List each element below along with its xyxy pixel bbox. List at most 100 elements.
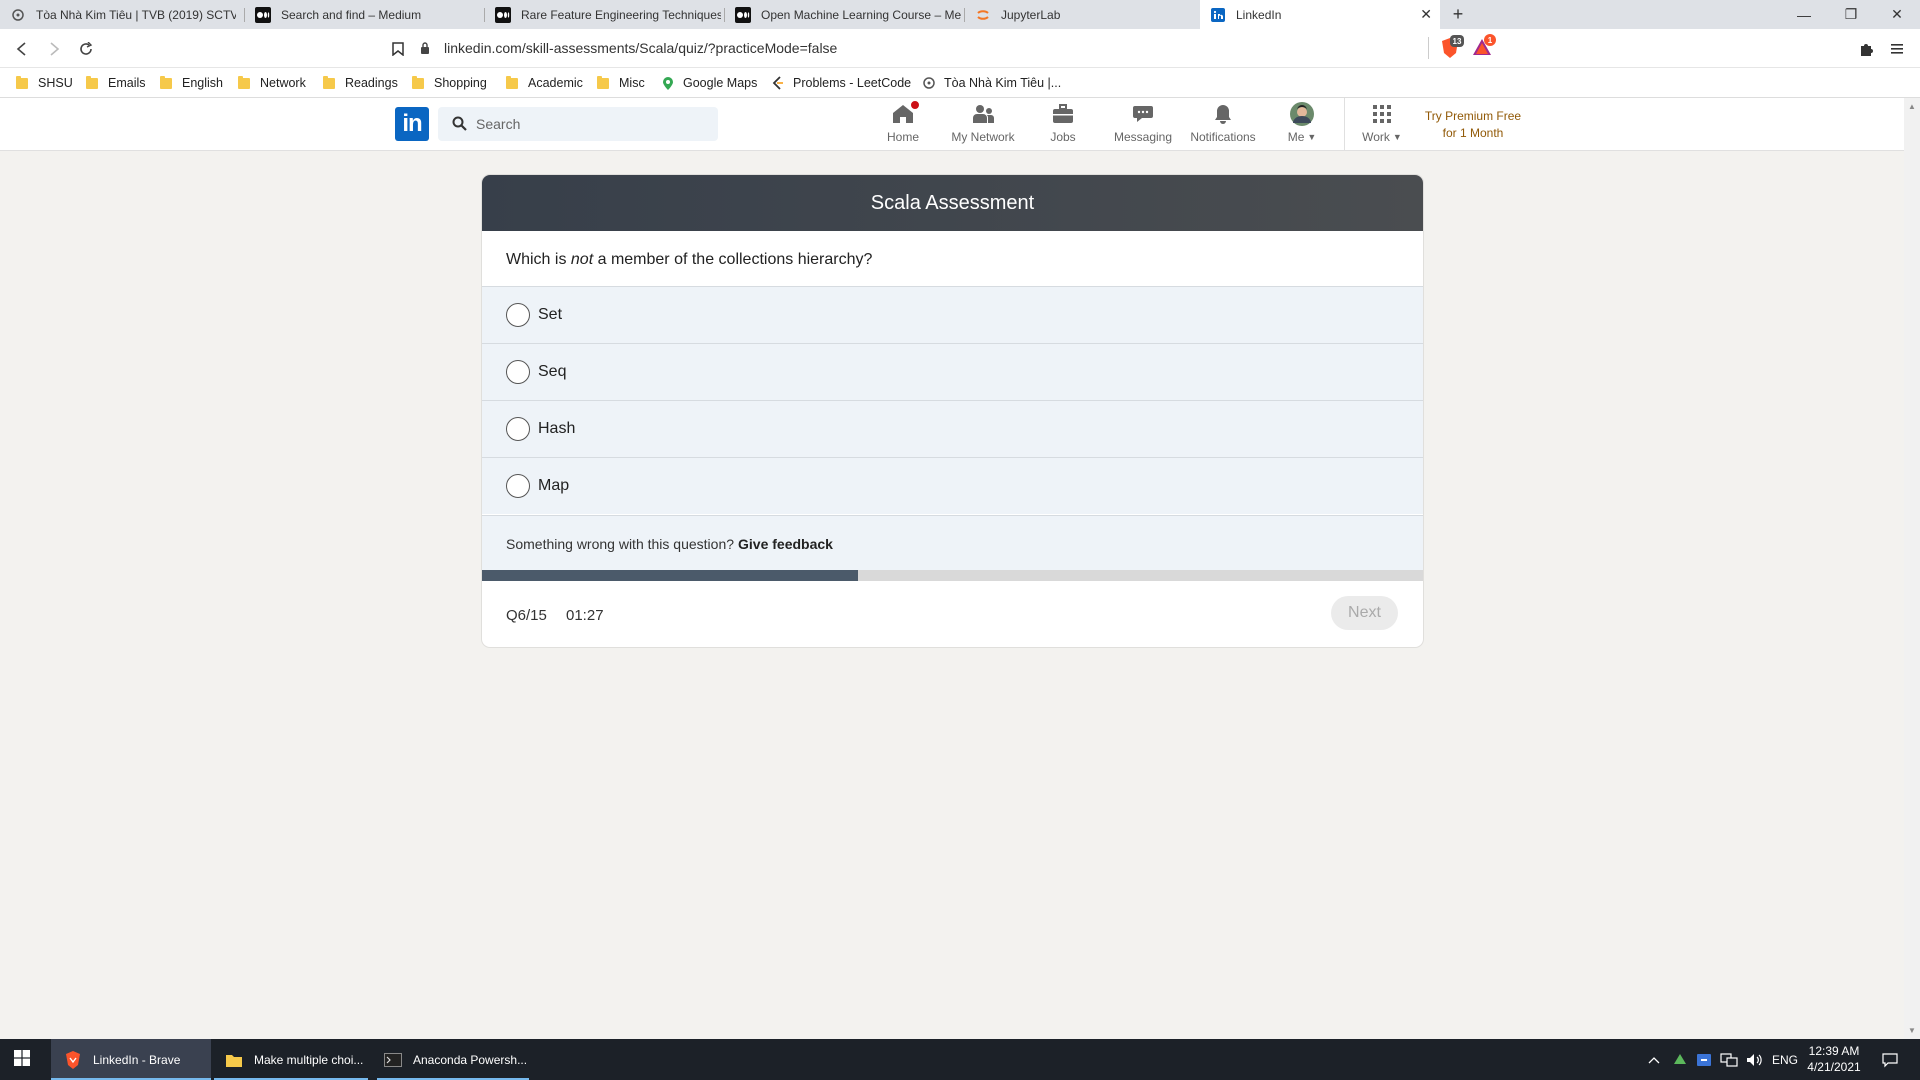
nav-label-with-caret: Me ▼ xyxy=(1288,130,1317,144)
bookmark-folder-shopping[interactable]: Shopping xyxy=(412,74,487,92)
browser-tab-1[interactable]: Tòa Nhà Kim Tiêu | TVB (2019) SCTV9 xyxy=(0,0,245,29)
start-button[interactable] xyxy=(0,1039,48,1080)
close-tab-icon[interactable]: ✕ xyxy=(1420,6,1432,23)
system-clock[interactable]: 12:39 AM 4/21/2021 xyxy=(1800,1043,1868,1075)
next-button[interactable]: Next xyxy=(1331,596,1398,630)
bookmark-leetcode[interactable]: Problems - LeetCode xyxy=(771,74,911,92)
bookmark-label: Network xyxy=(260,76,306,90)
folder-icon xyxy=(506,75,518,89)
tray-app-green-icon[interactable] xyxy=(1672,1039,1688,1080)
terminal-icon xyxy=(383,1050,403,1070)
try-premium-link[interactable]: Try Premium Free for 1 Month xyxy=(1418,108,1528,142)
bookmark-folder-english[interactable]: English xyxy=(160,74,223,92)
scroll-down-arrow-icon[interactable]: ▼ xyxy=(1908,1026,1916,1035)
notification-dot xyxy=(909,99,921,111)
folder-icon xyxy=(238,75,250,89)
map-pin-icon xyxy=(661,76,675,90)
tray-volume-icon[interactable] xyxy=(1746,1039,1764,1080)
bookmark-label: Problems - LeetCode xyxy=(793,76,912,90)
taskbar-app-anaconda[interactable]: Anaconda Powersh... xyxy=(377,1039,529,1080)
option-label: Seq xyxy=(538,363,567,380)
feedback-prompt: Something wrong with this question? xyxy=(506,535,735,552)
tray-app-blue-icon[interactable] xyxy=(1696,1039,1712,1080)
menu-hamburger-icon[interactable] xyxy=(1886,37,1910,61)
answer-option-hash[interactable]: Hash xyxy=(482,400,1423,457)
bookmark-toa-nha-kim-tieu[interactable]: Tòa Nhà Kim Tiêu |... xyxy=(922,74,1061,92)
radio-button[interactable] xyxy=(506,360,530,384)
folder-icon xyxy=(597,75,609,89)
bookmark-folder-shsu[interactable]: SHSU xyxy=(16,74,73,92)
linkedin-logo[interactable]: in xyxy=(395,107,429,141)
taskbar-app-brave[interactable]: LinkedIn - Brave xyxy=(51,1039,211,1080)
answer-option-seq[interactable]: Seq xyxy=(482,343,1423,400)
tray-chevron-up-icon[interactable] xyxy=(1648,1039,1660,1080)
bookmark-label: Emails xyxy=(108,76,146,90)
reload-icon[interactable] xyxy=(74,37,98,61)
radio-button[interactable] xyxy=(506,303,530,327)
bookmark-icon[interactable] xyxy=(386,37,410,61)
nav-me[interactable]: Me ▼ xyxy=(1285,102,1319,148)
option-label: Hash xyxy=(538,420,576,437)
bookmark-folder-emails[interactable]: Emails xyxy=(86,74,146,92)
assessment-card: Scala Assessment Which is not a member o… xyxy=(482,175,1423,647)
tray-network-icon[interactable] xyxy=(1720,1039,1738,1080)
medium-icon xyxy=(255,6,271,23)
radio-button[interactable] xyxy=(506,417,530,441)
nav-notifications[interactable]: Notifications xyxy=(1188,102,1258,148)
windows-taskbar: LinkedIn - Brave Make multiple choi... A… xyxy=(0,1039,1920,1080)
premium-line-1: Try Premium Free xyxy=(1424,109,1522,123)
page-scrollbar[interactable]: ▲ ▼ xyxy=(1904,98,1920,1039)
close-window-icon[interactable]: ✕ xyxy=(1874,0,1920,29)
option-label: Map xyxy=(538,477,570,494)
browser-tab-5[interactable]: JupyterLab xyxy=(965,0,1200,29)
nav-label: Me xyxy=(1287,130,1305,144)
bookmarks-bar: SHSU Emails English Network Readings Sho… xyxy=(0,68,1920,98)
extensions-puzzle-icon[interactable] xyxy=(1854,37,1878,61)
bookmark-folder-misc[interactable]: Misc xyxy=(597,74,645,92)
nav-label-with-caret: Work ▼ xyxy=(1362,130,1402,144)
give-feedback-link[interactable]: Give feedback xyxy=(738,536,833,552)
brave-shield-icon[interactable]: 13 xyxy=(1440,35,1464,59)
nav-jobs[interactable]: Jobs xyxy=(1047,102,1079,148)
nav-label: My Network xyxy=(951,130,1015,144)
radio-button[interactable] xyxy=(506,474,530,498)
nav-my-network[interactable]: My Network xyxy=(948,102,1018,148)
action-center-icon[interactable] xyxy=(1882,1039,1898,1080)
search-input[interactable]: Search xyxy=(438,107,718,141)
taskbar-app-explorer[interactable]: Make multiple choi... xyxy=(214,1039,368,1080)
back-icon[interactable] xyxy=(10,37,34,61)
browser-tab-2[interactable]: Search and find – Medium xyxy=(245,0,485,29)
bookmark-label: Misc xyxy=(619,76,645,90)
nav-messaging[interactable]: Messaging xyxy=(1112,102,1174,148)
nav-work[interactable]: Work ▼ xyxy=(1360,102,1404,148)
answer-option-map[interactable]: Map xyxy=(482,457,1423,514)
leetcode-icon xyxy=(771,76,785,90)
bell-icon xyxy=(1211,102,1235,126)
bookmark-folder-readings[interactable]: Readings xyxy=(323,74,398,92)
answer-option-set[interactable]: Set xyxy=(482,286,1423,343)
assessment-title: Scala Assessment xyxy=(482,175,1423,231)
browser-tab-6-active[interactable]: LinkedIn ✕ xyxy=(1200,0,1440,29)
browser-tab-3[interactable]: Rare Feature Engineering Techniques xyxy=(485,0,725,29)
omnibox-divider xyxy=(1428,37,1429,59)
input-language-indicator[interactable]: ENG xyxy=(1772,1039,1798,1080)
bookmark-google-maps[interactable]: Google Maps xyxy=(661,74,757,92)
medium-icon xyxy=(495,6,511,23)
brave-rewards-icon[interactable]: 1 xyxy=(1472,34,1496,59)
forward-icon[interactable] xyxy=(42,37,66,61)
tab-title: Rare Feature Engineering Techniques xyxy=(521,7,721,22)
question-emphasis: not xyxy=(570,251,594,268)
nav-home[interactable]: Home xyxy=(883,99,923,148)
search-icon xyxy=(452,116,467,134)
bookmark-folder-network[interactable]: Network xyxy=(238,74,306,92)
address-bar[interactable]: linkedin.com/skill-assessments/Scala/qui… xyxy=(420,35,1430,61)
restore-icon[interactable]: ❐ xyxy=(1828,0,1874,29)
bookmark-folder-academic[interactable]: Academic xyxy=(506,74,583,92)
minimize-icon[interactable]: — xyxy=(1781,0,1827,29)
tab-title: Open Machine Learning Course – Med xyxy=(761,7,961,22)
lock-icon xyxy=(420,42,436,54)
browser-tab-4[interactable]: Open Machine Learning Course – Med xyxy=(725,0,965,29)
scroll-up-arrow-icon[interactable]: ▲ xyxy=(1908,102,1916,111)
nav-label: Work xyxy=(1362,130,1390,144)
new-tab-plus-icon[interactable]: + xyxy=(1446,0,1470,29)
